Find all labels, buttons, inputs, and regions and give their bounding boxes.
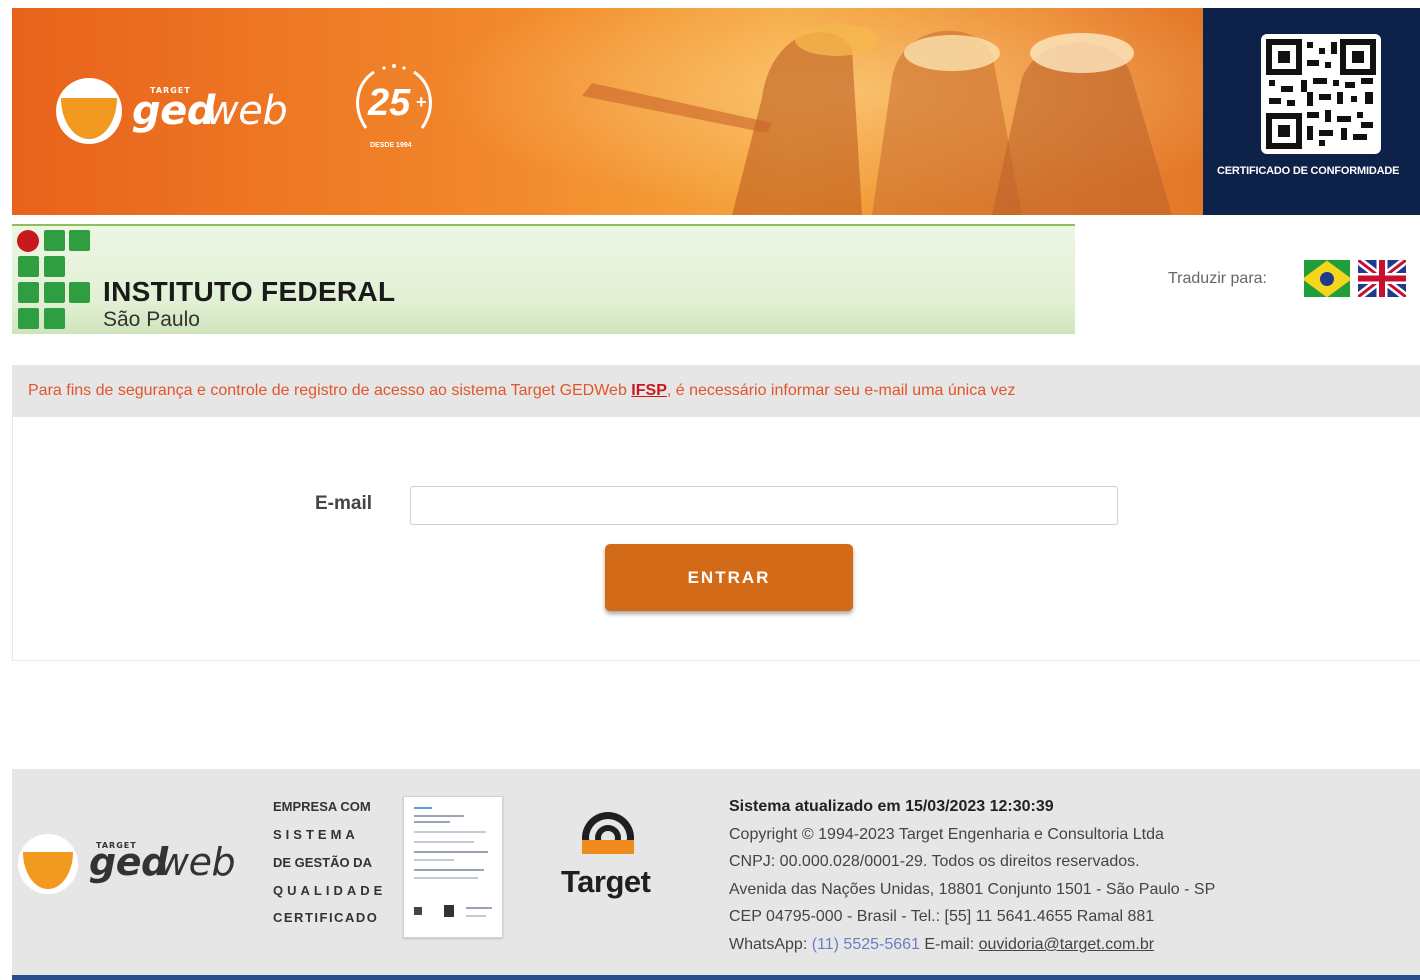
whatsapp-number[interactable]: (11) 5525-5661 — [812, 936, 920, 953]
gedweb-logo-ged: ged — [132, 88, 215, 134]
login-card — [12, 417, 1420, 661]
institution-title: INSTITUTO FEDERAL — [103, 276, 396, 307]
footer-contact: WhatsApp: (11) 5525-5661 E-mail: ouvidor… — [729, 936, 1154, 954]
banner-photo — [432, 8, 1212, 215]
footer-address: Avenida das Nações Unidas, 18801 Conjunt… — [729, 881, 1216, 898]
cert-label-line-4: QUALIDADE — [273, 883, 387, 898]
institution-logo-icon — [17, 229, 92, 331]
footer-gedweb-ged: ged — [89, 840, 168, 884]
anniversary-number: 25 — [368, 82, 411, 124]
footer-bottom-border — [12, 975, 1420, 980]
footer-updated-text: Sistema atualizado em 15/03/2023 12:30:3… — [729, 798, 1054, 815]
footer-gedweb-logo-icon — [18, 834, 78, 894]
notice-text-after: , é necessário informar seu e-mail uma ú… — [666, 382, 1016, 399]
qr-code-icon[interactable] — [1261, 34, 1381, 154]
cert-label-line-5: CERTIFICADO — [273, 910, 379, 925]
cert-label-line-2: SISTEMA — [273, 827, 359, 842]
whatsapp-label: WhatsApp: — [729, 936, 812, 953]
institution-subtitle: São Paulo — [103, 308, 200, 331]
anniversary-seal-icon: 25 + DESDE 1994 — [344, 58, 444, 158]
footer-gedweb-web: web — [158, 840, 236, 884]
cert-label-line-1: EMPRESA COM — [273, 799, 371, 814]
notice-text: Para fins de segurança e controle de reg… — [28, 382, 1015, 400]
anniversary-plus: + — [416, 92, 427, 112]
ifsp-link[interactable]: IFSP — [631, 382, 667, 399]
submit-button[interactable]: ENTRAR — [605, 544, 853, 611]
footer-email-label: E-mail: — [919, 936, 979, 953]
translate-label: Traduzir para: — [1168, 270, 1267, 287]
footer-cnpj: CNPJ: 00.000.028/0001-29. Todos os direi… — [729, 853, 1140, 870]
footer-email-link[interactable]: ouvidoria@target.com.br — [979, 936, 1154, 953]
email-field[interactable] — [410, 486, 1118, 525]
target-logo-text: Target — [561, 864, 651, 899]
email-label: E-mail — [315, 493, 373, 514]
cert-label-line-3: DE GESTÃO DA — [273, 855, 372, 870]
footer-copyright: Copyright © 1994-2023 Target Engenharia … — [729, 826, 1164, 843]
notice-text-before: Para fins de segurança e controle de reg… — [28, 382, 632, 399]
gedweb-logo-web: web — [206, 88, 288, 134]
notice-bar: Para fins de segurança e controle de reg… — [12, 365, 1420, 417]
uk-flag-icon[interactable] — [1355, 256, 1409, 301]
anniversary-since: DESDE 1994 — [370, 142, 412, 149]
certificate-document-image — [403, 796, 503, 938]
gedweb-logo-icon — [56, 78, 122, 144]
certificate-panel[interactable]: CERTIFICADO DE CONFORMIDADE — [1203, 8, 1420, 215]
brazil-flag-icon[interactable] — [1304, 260, 1350, 297]
certificate-caption: CERTIFICADO DE CONFORMIDADE — [1217, 165, 1400, 177]
target-logo-icon — [580, 810, 636, 866]
footer-cep: CEP 04795-000 - Brasil - Tel.: [55] 11 5… — [729, 908, 1155, 925]
